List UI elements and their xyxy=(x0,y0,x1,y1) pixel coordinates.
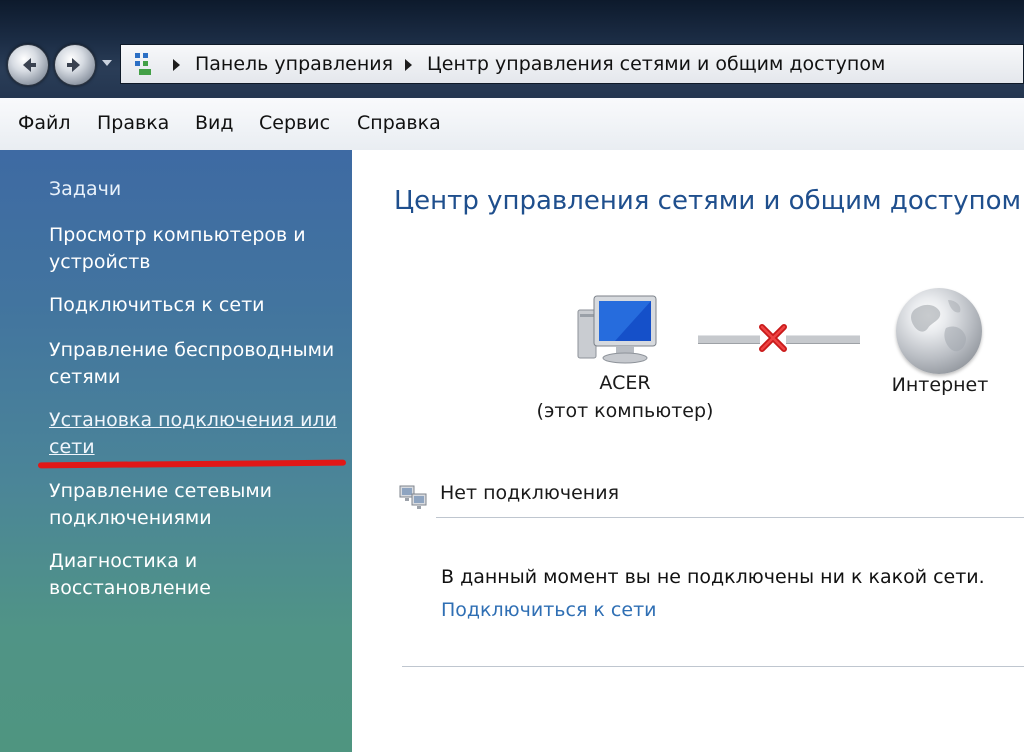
page-title: Центр управления сетями и общим доступом xyxy=(394,186,1022,216)
menu-file[interactable]: Файл xyxy=(18,112,71,134)
sidebar-item-diagnostics[interactable]: Диагностика и восстановление xyxy=(49,548,344,602)
connection-status-message: В данный момент вы не подключены ни к ка… xyxy=(441,566,985,588)
computer-icon[interactable] xyxy=(570,294,662,366)
sidebar-header: Задачи xyxy=(49,178,122,200)
menu-bar: Файл Правка Вид Сервис Справка xyxy=(0,98,1024,151)
connect-to-network-link[interactable]: Подключиться к сети xyxy=(441,599,657,621)
back-arrow-icon xyxy=(23,58,36,72)
network-location-icon xyxy=(135,53,151,75)
menu-help[interactable]: Справка xyxy=(357,112,441,134)
computer-subtitle: (этот компьютер) xyxy=(536,400,714,422)
title-bar: Панель управления Центр управления сетям… xyxy=(0,0,1024,98)
menu-edit[interactable]: Правка xyxy=(97,112,169,134)
network-status-icon xyxy=(399,485,427,509)
connection-section-title: Нет подключения xyxy=(440,482,619,504)
sidebar-item-setup-connection[interactable]: Установка подключения или сети xyxy=(49,407,344,461)
address-bar[interactable]: Панель управления Центр управления сетям… xyxy=(120,44,1024,84)
connection-line-right xyxy=(786,335,860,344)
main-panel xyxy=(352,150,1024,752)
forward-arrow-icon xyxy=(67,58,80,72)
computer-name: ACER xyxy=(599,372,651,394)
sidebar-item-view-computers[interactable]: Просмотр компьютеров и устройств xyxy=(49,222,344,276)
sidebar-item-connect[interactable]: Подключиться к сети xyxy=(49,292,344,319)
bottom-divider xyxy=(402,666,1024,667)
history-dropdown-icon[interactable] xyxy=(102,60,112,66)
menu-tools[interactable]: Сервис xyxy=(259,112,330,134)
forward-button[interactable] xyxy=(54,44,96,86)
breadcrumb-separator-icon[interactable] xyxy=(173,59,180,71)
menu-view[interactable]: Вид xyxy=(195,112,234,134)
internet-globe-icon[interactable] xyxy=(896,288,982,374)
internet-label: Интернет xyxy=(891,374,989,396)
disconnected-x-icon[interactable] xyxy=(757,323,789,353)
connection-line-left xyxy=(698,335,760,344)
sidebar-item-wireless[interactable]: Управление беспроводными сетями xyxy=(49,337,344,391)
sidebar-item-manage-connections[interactable]: Управление сетевыми подключениями xyxy=(49,478,344,532)
breadcrumb-control-panel[interactable]: Панель управления xyxy=(195,53,393,75)
breadcrumb-network-center[interactable]: Центр управления сетями и общим доступом xyxy=(427,53,885,75)
section-divider xyxy=(436,517,1024,518)
breadcrumb-separator-icon[interactable] xyxy=(405,59,412,71)
back-button[interactable] xyxy=(7,44,49,86)
